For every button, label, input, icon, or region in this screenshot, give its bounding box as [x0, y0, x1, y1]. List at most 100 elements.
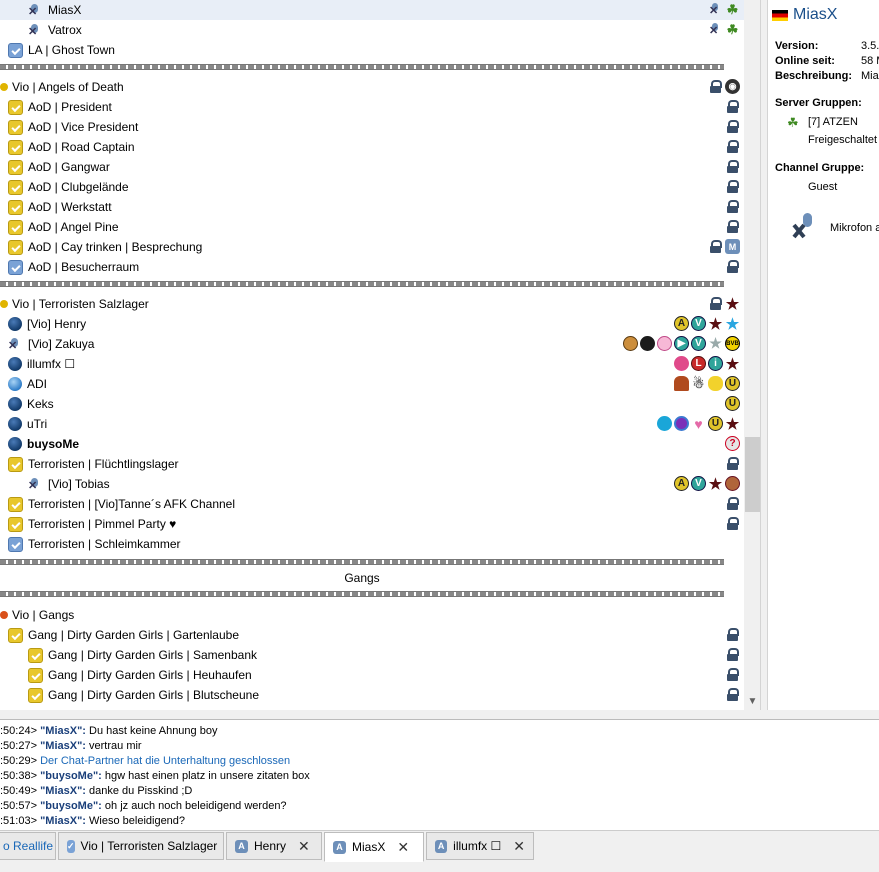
channel-icon — [28, 647, 43, 663]
chat-timestamp: :50:27> — [0, 740, 38, 752]
description-row: Beschreibung: Mias — [775, 70, 879, 82]
chat-timestamp: :50:57> — [0, 800, 38, 812]
mic-muted-icon — [708, 22, 723, 37]
tree-channel-row[interactable]: AoD | Werkstatt — [0, 197, 744, 217]
tree-user-row[interactable]: [Vio] Henry A V ★ ★ — [0, 314, 744, 334]
gangs-spacer[interactable]: Gangs — [0, 568, 724, 588]
channel-dot-icon — [0, 300, 8, 308]
tree-user-row[interactable]: illumfx ☐ L i ★ — [0, 354, 744, 374]
chat-message: oh jz auch noch beleidigend werden? — [101, 800, 287, 812]
tree-channel-row[interactable]: AoD | Gangwar — [0, 157, 744, 177]
tab-henry[interactable]: A Henry ✕ — [226, 832, 322, 860]
chat-log[interactable]: :50:24> "MiasX": Du hast keine Ahnung bo… — [0, 719, 879, 830]
close-tab-icon[interactable]: ✕ — [397, 839, 409, 856]
tree-channel-row[interactable]: AoD | Angel Pine — [0, 217, 744, 237]
tree-user-row[interactable]: MiasX ☘ — [0, 0, 744, 20]
bvb-badge-icon: BVB — [725, 336, 740, 351]
tree-spacer-row[interactable]: Vio | Terroristen Salzlager ★ — [0, 294, 744, 314]
channel-icon — [28, 667, 43, 683]
tree-channel-row[interactable]: Gang | Dirty Garden Girls | Heuhaufen — [0, 665, 744, 685]
chat-nick[interactable]: "MiasX": — [40, 785, 86, 797]
lock-icon — [725, 139, 740, 154]
leaf-group-icon: ☘ — [726, 1, 739, 17]
description-value: Mias — [861, 70, 879, 82]
chat-nick[interactable]: "MiasX": — [40, 815, 86, 827]
channel-icon — [8, 179, 23, 195]
user-name: [Vio] Zakuya — [28, 337, 95, 351]
chick-icon — [708, 376, 723, 391]
muted-mic-icon — [28, 23, 43, 38]
tab-terroristen-salzlager[interactable]: ✓ Vio | Terroristen Salzlager — [58, 832, 224, 860]
channel-icon — [8, 119, 23, 135]
tree-user-row[interactable]: ADI ☃ U — [0, 374, 744, 394]
scroll-down-arrow-icon[interactable]: ▼ — [744, 693, 760, 710]
user-name: ADI — [27, 377, 48, 391]
tree-channel-row[interactable]: AoD | Road Captain — [0, 137, 744, 157]
tree-user-row[interactable]: uTri ♥ U ★ — [0, 414, 744, 434]
tree-user-row[interactable]: [Vio] Zakuya ▶ V ★ BVB — [0, 334, 744, 354]
close-tab-icon[interactable]: ✕ — [513, 838, 525, 855]
tree-spacer-row[interactable]: Vio | Angels of Death ◉ — [0, 77, 744, 97]
tree-channel-row[interactable]: Gang | Dirty Garden Girls | Samenbank — [0, 645, 744, 665]
tree-scrollbar[interactable]: ▼ — [744, 0, 760, 710]
online-value: 58 M — [861, 55, 879, 67]
alien-icon — [640, 336, 655, 351]
spacer-separator — [0, 281, 724, 287]
chat-timestamp: :50:24> — [0, 725, 38, 737]
close-tab-icon[interactable]: ✕ — [298, 838, 310, 855]
user-name: MiasX — [48, 3, 82, 17]
channel-name: Vio | Gangs — [12, 608, 75, 622]
tree-channel-row[interactable]: AoD | President — [0, 97, 744, 117]
tree-channel-row[interactable]: AoD | Clubgelände — [0, 177, 744, 197]
tree-channel-row[interactable]: AoD | Besucherraum — [0, 257, 744, 277]
lock-icon — [725, 159, 740, 174]
server-group-name: [7] ATZEN — [808, 116, 858, 128]
tree-channel-row[interactable]: Terroristen | Schleimkammer — [0, 534, 744, 554]
channel-icon — [8, 219, 23, 235]
tree-channel-row[interactable]: Gang | Dirty Garden Girls | Gartenlaube — [0, 625, 744, 645]
tree-user-row[interactable]: buysoMe ? — [0, 434, 744, 454]
info-badge-icon: i — [708, 356, 723, 371]
tree-spacer-row[interactable]: Vio | Gangs — [0, 605, 744, 625]
turkey-icon — [674, 376, 689, 391]
tree-user-row[interactable]: Keks U — [0, 394, 744, 414]
blue-star-icon: ★ — [725, 315, 740, 333]
tree-channel-row[interactable]: AoD | Cay trinken | Besprechung M — [0, 237, 744, 257]
heart-icon: ♥ — [694, 415, 703, 432]
scrollbar-thumb[interactable] — [745, 437, 760, 512]
channel-name: Gang | Dirty Garden Girls | Heuhaufen — [48, 668, 252, 682]
chat-nick[interactable]: "buysoMe": — [40, 770, 102, 782]
channel-icon — [8, 239, 23, 255]
tree-user-row[interactable]: Vatrox ☘ — [0, 20, 744, 40]
chat-nick[interactable]: "buysoMe": — [40, 800, 102, 812]
chat-nick[interactable]: "MiasX": — [40, 725, 86, 737]
tab-illumfx[interactable]: A illumfx ☐ ✕ — [426, 832, 534, 860]
tree-channel-row[interactable]: Terroristen | [Vio]Tanne´s AFK Channel — [0, 494, 744, 514]
tree-user-row[interactable]: [Vio] Tobias A V ★ — [0, 474, 744, 494]
tab-label: MiasX — [352, 840, 386, 854]
channel-tree: MiasX ☘ Vatrox ☘ LA | Ghost Town Vio | A… — [0, 0, 761, 710]
tree-channel-row[interactable]: Gang | Dirty Garden Girls | Blutscheune — [0, 685, 744, 705]
u-badge-icon: U — [725, 396, 740, 411]
lock-icon — [725, 179, 740, 194]
tree-channel-row[interactable]: Terroristen | Flüchtlingslager — [0, 454, 744, 474]
server-groups-label: Server Gruppen: — [775, 97, 862, 109]
chat-line: :50:38> "buysoMe": hgw hast einen platz … — [0, 769, 310, 784]
star-icon: ★ — [708, 315, 723, 333]
channel-icon — [8, 42, 23, 58]
channel-name: AoD | Cay trinken | Besprechung — [28, 240, 203, 254]
chat-nick[interactable]: "MiasX": — [40, 740, 86, 752]
tree-channel-row[interactable]: Terroristen | Pimmel Party ♥ — [0, 514, 744, 534]
snowman-icon: ☃ — [692, 375, 705, 391]
lock-icon — [725, 687, 740, 702]
tree-channel-row[interactable]: AoD | Vice President — [0, 117, 744, 137]
muted-mic-icon — [8, 337, 23, 352]
tab-miasx[interactable]: A MiasX ✕ — [324, 832, 424, 862]
lock-icon — [725, 516, 740, 531]
tree-channel-row[interactable]: LA | Ghost Town — [0, 40, 744, 60]
channel-icon — [8, 516, 23, 532]
lock-icon — [725, 647, 740, 662]
online-row: Online seit: 58 M — [775, 55, 879, 67]
channel-name: Terroristen | Schleimkammer — [28, 537, 181, 551]
tab-reallife[interactable]: o Reallife — [0, 832, 56, 860]
